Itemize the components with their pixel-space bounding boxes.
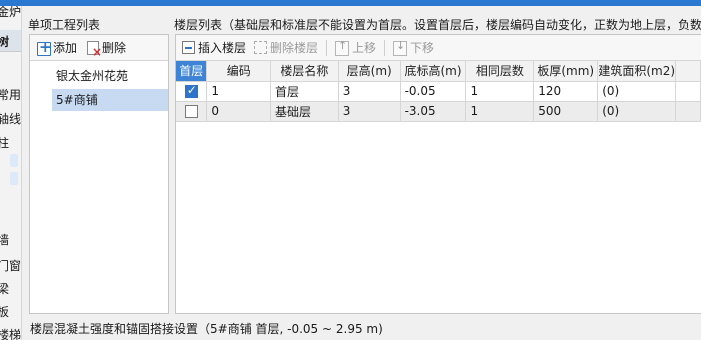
same-count-cell[interactable]: 1 (465, 81, 535, 102)
col-header-filler (675, 61, 701, 82)
move-up-label: 上移 (352, 41, 377, 55)
add-project-label: 添加 (53, 41, 78, 55)
first-floor-cell[interactable] (176, 81, 208, 102)
delete-icon (87, 40, 102, 59)
col-header-slab-thickness[interactable]: 板厚(mm) (533, 61, 599, 82)
first-floor-cell[interactable] (176, 101, 208, 122)
filler-cell (675, 81, 701, 102)
bottom-elevation-cell[interactable]: -3.05 (400, 101, 467, 122)
building-area-cell[interactable]: (0) (597, 101, 677, 122)
delete-floor-label: 删除楼层 (270, 41, 319, 55)
left-nav-item[interactable]: 门窗 (0, 257, 21, 274)
left-nav-tree-label: 树 (0, 33, 9, 50)
project-toolbar: 添加 删除 (30, 35, 168, 61)
delete-project-button[interactable]: 删除 (87, 39, 127, 59)
col-header-same-count[interactable]: 相同层数 (465, 61, 535, 82)
slab-thickness-cell[interactable]: 120 (533, 81, 599, 102)
building-area-cell[interactable]: (0) (597, 81, 677, 102)
project-list-panel: 添加 删除 银太金州花苑 5#商铺 (29, 34, 169, 314)
toolbar-separator (384, 39, 386, 56)
floor-height-cell[interactable]: 3 (338, 81, 401, 102)
insert-floor-label: 插入楼层 (198, 41, 247, 55)
col-header-building-area[interactable]: 建筑面积(m2) (597, 61, 677, 82)
add-icon (36, 38, 52, 56)
left-nav-marker (10, 154, 18, 167)
col-header-code[interactable]: 编码 (206, 61, 271, 82)
project-list-title: 单项工程列表 (28, 18, 101, 32)
delete-floor-button[interactable]: 删除楼层 (254, 39, 318, 56)
floor-list-panel: 插入楼层 删除楼层 上移 下移 首层 编码 楼层名称 层高(m) (175, 34, 701, 314)
floor-name-cell[interactable]: 基础层 (270, 101, 339, 122)
left-nav-item[interactable]: 轴线 (0, 110, 21, 127)
same-count-cell[interactable]: 1 (465, 101, 535, 122)
col-header-floor-height[interactable]: 层高(m) (338, 61, 401, 82)
floor-table-header: 首层 编码 楼层名称 层高(m) 底标高(m) 相同层数 板厚(mm) 建筑面积… (176, 61, 701, 82)
floor-toolbar: 插入楼层 删除楼层 上移 下移 (176, 35, 701, 61)
first-floor-checkbox[interactable] (184, 105, 198, 118)
left-nav-item[interactable]: 板 (0, 303, 9, 320)
left-nav-item[interactable]: 常用 (0, 86, 21, 103)
floor-table: 首层 编码 楼层名称 层高(m) 底标高(m) 相同层数 板厚(mm) 建筑面积… (176, 61, 701, 122)
code-cell[interactable]: 1 (206, 81, 271, 102)
col-header-bottom-elevation[interactable]: 底标高(m) (400, 61, 467, 82)
left-nav-item[interactable]: 楼梯 (0, 326, 21, 340)
filler-cell (675, 101, 701, 122)
code-cell[interactable]: 0 (206, 101, 271, 122)
left-nav-strip: 金炉 树 常用 轴线 柱 墙 门窗 梁 板 楼梯 (0, 6, 22, 340)
delete-project-label: 删除 (102, 41, 127, 55)
left-nav-item[interactable]: 柱 (0, 134, 9, 151)
left-nav-marker (10, 172, 18, 185)
arrow-down-icon (393, 39, 408, 56)
move-down-button[interactable]: 下移 (393, 39, 434, 56)
table-row[interactable]: 1 首层 3 -0.05 1 120 (0) (176, 81, 701, 102)
move-down-label: 下移 (410, 41, 435, 55)
floor-list-title: 楼层列表（基础层和标准层不能设置为首层。设置首层后，楼层编码自动变化，正数为地上… (174, 18, 701, 32)
arrow-up-icon (335, 39, 350, 56)
project-item-selected[interactable]: 5#商铺 (52, 89, 168, 111)
move-up-button[interactable]: 上移 (335, 39, 376, 56)
floor-name-cell[interactable]: 首层 (270, 81, 339, 102)
table-row[interactable]: 0 基础层 3 -3.05 1 500 (0) (176, 101, 701, 122)
toolbar-separator (326, 39, 328, 56)
col-header-floor-name[interactable]: 楼层名称 (270, 61, 339, 82)
project-item[interactable]: 银太金州花苑 (52, 65, 132, 87)
status-bar-text: 楼层混凝土强度和锚固搭接设置（5#商铺 首层, -0.05 ~ 2.95 m) (30, 322, 383, 336)
bottom-elevation-cell[interactable]: -0.05 (400, 81, 467, 102)
col-header-first-floor[interactable]: 首层 (176, 61, 208, 82)
insert-floor-icon (182, 41, 195, 54)
add-project-button[interactable]: 添加 (36, 38, 78, 56)
window-top-bar (0, 0, 701, 6)
delete-floor-icon (254, 41, 268, 54)
left-nav-item[interactable]: 梁 (0, 280, 9, 297)
slab-thickness-cell[interactable]: 500 (533, 101, 599, 122)
first-floor-checkbox-checked[interactable] (184, 83, 198, 98)
left-nav-text: 金炉 (0, 6, 22, 19)
floor-height-cell[interactable]: 3 (338, 101, 401, 122)
insert-floor-button[interactable]: 插入楼层 (182, 39, 246, 56)
left-nav-item[interactable]: 墙 (0, 231, 9, 248)
